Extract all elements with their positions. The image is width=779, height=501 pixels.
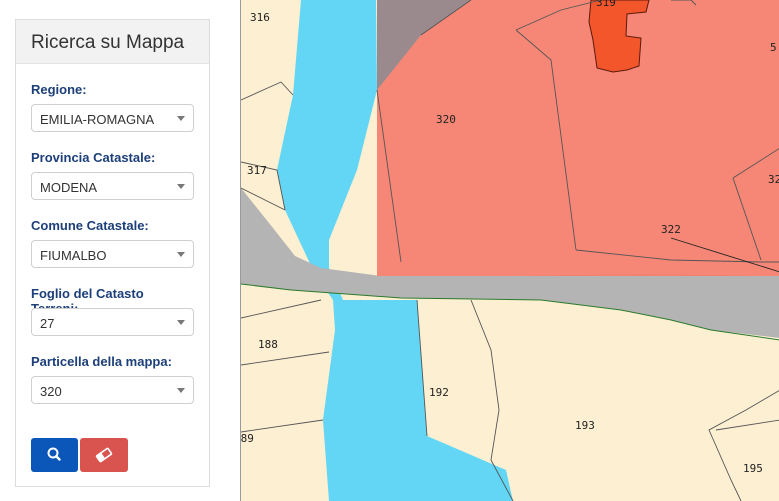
map-canvas[interactable] (241, 0, 779, 501)
parcel-label: 188 (258, 338, 278, 351)
chevron-down-icon (177, 320, 185, 325)
cadastral-map[interactable]: 316 319 320 317 322 188 192 193 189 195 … (240, 0, 779, 501)
parcel-label: 322 (661, 223, 681, 236)
chevron-down-icon (177, 184, 185, 189)
regione-label: Regione: (31, 82, 87, 97)
chevron-down-icon (177, 388, 185, 393)
parcel-label: 195 (743, 462, 763, 475)
parcel-label: 320 (436, 113, 456, 126)
chevron-down-icon (177, 116, 185, 121)
particella-label: Particella della mappa: (31, 354, 172, 369)
selected-parcel (377, 0, 779, 276)
provincia-select[interactable]: MODENA (31, 172, 194, 200)
parcel-label: 316 (250, 11, 270, 24)
regione-select[interactable]: EMILIA-ROMAGNA (31, 104, 194, 132)
foglio-select[interactable]: 27 (31, 308, 194, 336)
search-panel: Ricerca su Mappa Regione: EMILIA-ROMAGNA… (15, 19, 210, 487)
chevron-down-icon (177, 252, 185, 257)
eraser-icon (95, 447, 113, 463)
comune-value: FIUMALBO (40, 248, 107, 263)
particella-select[interactable]: 320 (31, 376, 194, 404)
parcel-label: 189 (240, 432, 254, 445)
regione-value: EMILIA-ROMAGNA (40, 112, 155, 127)
parcel-label: 317 (247, 164, 267, 177)
provincia-value: MODENA (40, 180, 98, 195)
parcel-label: 192 (429, 386, 449, 399)
parcel-label: 193 (575, 419, 595, 432)
search-button[interactable] (31, 438, 78, 472)
foglio-label: Foglio del Catasto Terreni: (31, 286, 144, 316)
comune-label: Comune Catastale: (31, 218, 149, 233)
provincia-label: Provincia Catastale: (31, 150, 156, 165)
comune-select[interactable]: FIUMALBO (31, 240, 194, 268)
parcel-label: 5 (770, 41, 777, 54)
parcel-label: 319 (596, 0, 616, 9)
particella-value: 320 (40, 384, 62, 399)
foglio-value: 27 (40, 316, 55, 331)
search-form: Regione: EMILIA-ROMAGNA Provincia Catast… (16, 82, 209, 404)
parcel-label: 32 (768, 173, 779, 186)
search-icon (47, 447, 61, 461)
panel-title: Ricerca su Mappa (16, 20, 209, 64)
clear-button[interactable] (80, 438, 128, 472)
